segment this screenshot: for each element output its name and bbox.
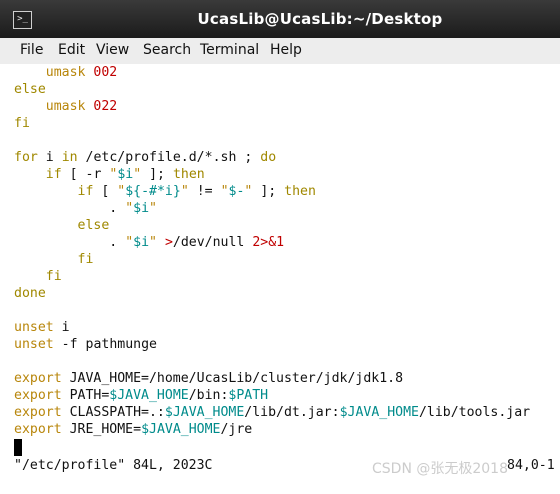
code-line: . "$i" xyxy=(109,201,157,216)
code-line: . "$i" >/dev/null 2>&1 xyxy=(109,235,285,250)
code-line: unset -f pathmunge xyxy=(14,337,157,352)
menu-file[interactable]: File xyxy=(20,42,43,58)
code-line: umask 002 xyxy=(45,65,118,80)
code-line: export CLASSPATH=.:$JAVA_HOME/lib/dt.jar… xyxy=(14,405,531,420)
code-line: else xyxy=(77,218,110,233)
menu-terminal[interactable]: Terminal xyxy=(200,42,259,58)
watermark: CSDN @张无极2018 xyxy=(372,461,508,477)
code-line: fi xyxy=(14,116,30,131)
terminal-margin xyxy=(0,64,12,494)
code-line: if [ -r "$i" ]; then xyxy=(45,167,205,182)
code-line: fi xyxy=(77,252,94,267)
status-file-info: "/etc/profile" 84L, 2023C xyxy=(14,458,213,473)
terminal-window: >_ UcasLib@UcasLib:~/Desktop File Edit V… xyxy=(0,0,560,494)
code-line: fi xyxy=(45,269,62,284)
code-line: umask 022 xyxy=(45,99,118,114)
code-line: export PATH=$JAVA_HOME/bin:$PATH xyxy=(14,388,269,403)
status-cursor-position: 84,0-1 xyxy=(507,458,555,473)
code-line: unset i xyxy=(14,320,70,335)
code-line: else xyxy=(14,82,46,97)
code-line: for i in /etc/profile.d/*.sh ; do xyxy=(14,150,277,165)
menu-view[interactable]: View xyxy=(96,42,129,58)
code-line: export JRE_HOME=$JAVA_HOME/jre xyxy=(14,422,253,437)
code-line: done xyxy=(14,286,46,301)
text-cursor xyxy=(14,439,22,456)
menu-help[interactable]: Help xyxy=(270,42,302,58)
terminal-text-area[interactable]: umask 002 else umask 022 fi for i in /etc/p… xyxy=(12,64,560,474)
menu-search[interactable]: Search xyxy=(143,42,191,58)
code-line: export JAVA_HOME=/home/UcasLib/cluster/j… xyxy=(14,371,404,386)
title-bar[interactable]: >_ UcasLib@UcasLib:~/Desktop xyxy=(0,0,560,38)
window-title: UcasLib@UcasLib:~/Desktop xyxy=(197,10,443,28)
menu-edit[interactable]: Edit xyxy=(58,42,85,58)
code-line: if [ "${-#*i}" != "$-" ]; then xyxy=(77,184,316,199)
menu-bar: File Edit View Search Terminal Help xyxy=(0,38,560,65)
